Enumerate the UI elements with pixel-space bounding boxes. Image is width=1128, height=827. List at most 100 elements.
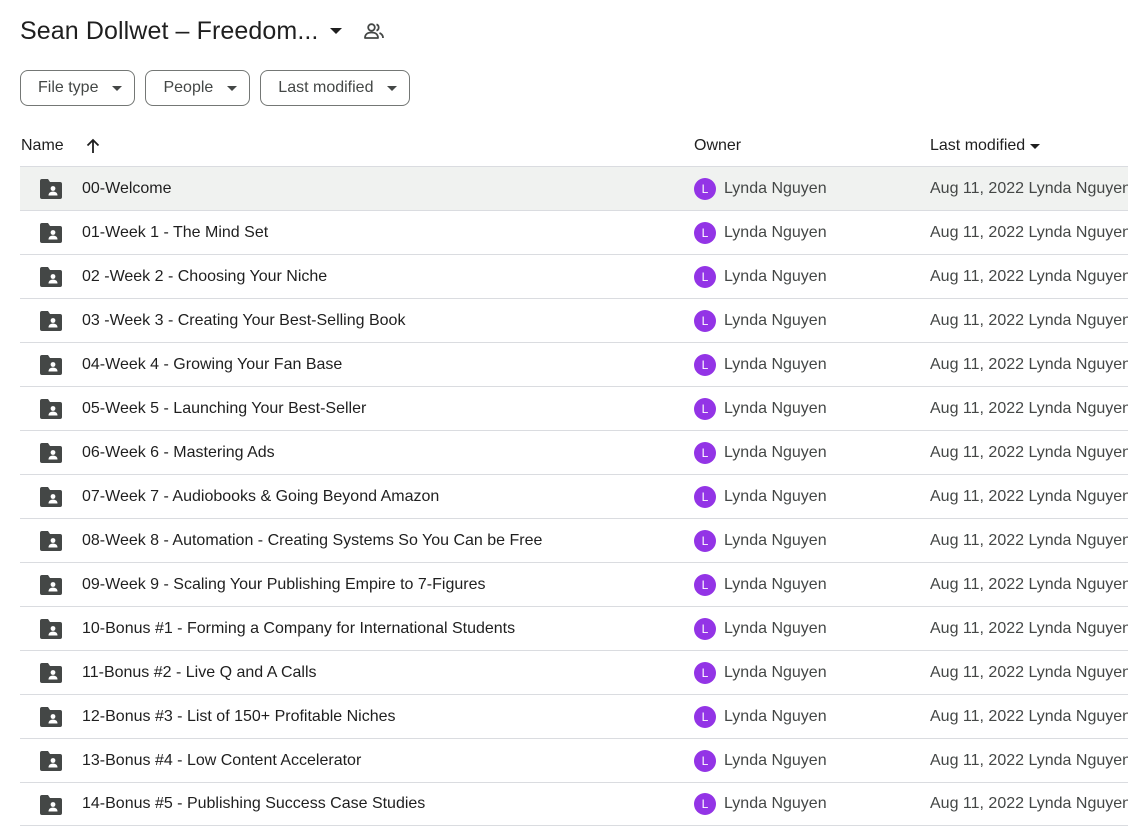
shared-folder-people-icon[interactable] <box>360 17 388 45</box>
owner-avatar[interactable]: L <box>694 221 716 244</box>
owner-avatar[interactable]: L <box>694 485 716 508</box>
arrow-upward-icon[interactable] <box>86 126 106 166</box>
shared-folder-icon <box>40 619 62 639</box>
file-row[interactable]: 11-Bonus #2 - Live Q and A Calls L Lynda N… <box>20 650 1128 694</box>
file-row[interactable]: 03 -Week 3 - Creating Your Best-Selling … <box>20 298 1128 342</box>
file-name[interactable]: 12-Bonus #3 - List of 150+ Profitable Ni… <box>82 708 396 726</box>
last-modified-column-header[interactable]: Last modified <box>930 126 1041 166</box>
owner-name: Lynda Nguyen <box>724 267 827 285</box>
file-name[interactable]: 09-Week 9 - Scaling Your Publishing Empi… <box>82 576 485 594</box>
shared-folder-icon <box>40 795 62 815</box>
owner-avatar[interactable]: L <box>694 397 716 420</box>
filter-bar: File type People Last modified <box>20 70 411 106</box>
shared-folder-icon <box>40 751 62 771</box>
last-modified-value: Aug 11, 2022 Lynda Nguyen <box>930 795 1128 812</box>
owner-name: Lynda Nguyen <box>724 795 827 812</box>
shared-folder-icon <box>40 399 62 419</box>
last-modified-value: Aug 11, 2022 Lynda Nguyen <box>930 443 1128 461</box>
column-headers: Name Owner Last modified <box>20 126 1128 166</box>
last-modified-filter[interactable]: Last modified <box>260 70 411 106</box>
people-filter-label: People <box>163 79 214 96</box>
owner-name: Lynda Nguyen <box>724 531 827 549</box>
shared-folder-icon <box>40 531 62 551</box>
shared-folder-icon <box>40 223 62 243</box>
last-modified-value: Aug 11, 2022 Lynda Nguyen <box>930 619 1128 637</box>
file-name[interactable]: 14-Bonus #5 - Publishing Success Case St… <box>82 795 425 813</box>
file-name[interactable]: 01-Week 1 - The Mind Set <box>82 224 268 242</box>
file-name[interactable]: 05-Week 5 - Launching Your Best-Seller <box>82 400 366 418</box>
last-modified-value: Aug 11, 2022 Lynda Nguyen <box>930 223 1128 241</box>
owner-name: Lynda Nguyen <box>724 751 827 769</box>
file-row[interactable]: 12-Bonus #3 - List of 150+ Profitable Ni… <box>20 694 1128 738</box>
last-modified-value: Aug 11, 2022 Lynda Nguyen <box>930 663 1128 681</box>
last-modified-value: Aug 11, 2022 Lynda Nguyen <box>930 707 1128 725</box>
file-row[interactable]: 13-Bonus #4 - Low Content Accelerator L Ly… <box>20 738 1128 782</box>
owner-name: Lynda Nguyen <box>724 575 827 593</box>
owner-name: Lynda Nguyen <box>724 619 827 637</box>
last-modified-value: Aug 11, 2022 Lynda Nguyen <box>930 487 1128 505</box>
owner-name: Lynda Nguyen <box>724 223 827 241</box>
file-row[interactable]: 14-Bonus #5 - Publishing Success Case St… <box>20 782 1128 826</box>
owner-avatar[interactable]: L <box>694 573 716 596</box>
owner-name: Lynda Nguyen <box>724 707 827 725</box>
name-column-header[interactable]: Name <box>21 126 64 166</box>
last-modified-value: Aug 11, 2022 Lynda Nguyen <box>930 311 1128 329</box>
owner-avatar[interactable]: L <box>694 661 716 684</box>
file-name[interactable]: 03 -Week 3 - Creating Your Best-Selling … <box>82 312 405 330</box>
shared-folder-icon <box>40 355 62 375</box>
file-name[interactable]: 13-Bonus #4 - Low Content Accelerator <box>82 752 361 770</box>
last-modified-value: Aug 11, 2022 Lynda Nguyen <box>930 179 1128 197</box>
owner-column-header[interactable]: Owner <box>694 126 741 166</box>
owner-avatar[interactable]: L <box>694 177 716 200</box>
file-name[interactable]: 00-Welcome <box>82 180 172 198</box>
owner-avatar[interactable]: L <box>694 705 716 728</box>
owner-avatar[interactable]: L <box>694 353 716 376</box>
file-row[interactable]: 01-Week 1 - The Mind Set L Lynda Nguyen Aug… <box>20 210 1128 254</box>
file-name[interactable]: 04-Week 4 - Growing Your Fan Base <box>82 356 342 374</box>
file-row[interactable]: 05-Week 5 - Launching Your Best-Seller L L… <box>20 386 1128 430</box>
arrow-drop-down-icon <box>112 85 123 91</box>
file-row[interactable]: 09-Week 9 - Scaling Your Publishing Empi… <box>20 562 1128 606</box>
people-filter[interactable]: People <box>145 70 251 106</box>
file-name[interactable]: 11-Bonus #2 - Live Q and A Calls <box>82 664 317 682</box>
arrow-drop-down-icon[interactable] <box>322 17 350 45</box>
file-row[interactable]: 00-Welcome L Lynda Nguyen Aug 11, 2022 Lynd… <box>20 166 1128 210</box>
owner-name: Lynda Nguyen <box>724 663 827 681</box>
last-modified-value: Aug 11, 2022 Lynda Nguyen <box>930 751 1128 769</box>
arrow-drop-down-icon <box>387 85 398 91</box>
last-modified-value: Aug 11, 2022 Lynda Nguyen <box>930 575 1128 593</box>
file-row[interactable]: 06-Week 6 - Mastering Ads L Lynda Nguyen Au… <box>20 430 1128 474</box>
last-modified-column-label: Last modified <box>930 137 1026 154</box>
shared-folder-icon <box>40 663 62 683</box>
folder-title[interactable]: Sean Dollwet – Freedom... <box>20 17 318 46</box>
owner-avatar[interactable]: L <box>694 309 716 332</box>
file-row[interactable]: 08-Week 8 - Automation - Creating System… <box>20 518 1128 562</box>
last-modified-value: Aug 11, 2022 Lynda Nguyen <box>930 355 1128 373</box>
last-modified-value: Aug 11, 2022 Lynda Nguyen <box>930 399 1128 417</box>
last-modified-value: Aug 11, 2022 Lynda Nguyen <box>930 267 1128 285</box>
owner-avatar[interactable]: L <box>694 749 716 772</box>
file-name[interactable]: 10-Bonus #1 - Forming a Company for Inte… <box>82 620 515 638</box>
file-row[interactable]: 02 -Week 2 - Choosing Your Niche L Lynda N… <box>20 254 1128 298</box>
file-type-filter[interactable]: File type <box>20 70 136 106</box>
owner-name: Lynda Nguyen <box>724 399 827 417</box>
owner-avatar[interactable]: L <box>694 617 716 640</box>
file-name[interactable]: 08-Week 8 - Automation - Creating System… <box>82 532 542 550</box>
owner-avatar[interactable]: L <box>694 529 716 552</box>
file-list: 00-Welcome L Lynda Nguyen Aug 11, 2022 Lynd… <box>20 166 1128 826</box>
last-modified-filter-label: Last modified <box>278 79 374 96</box>
shared-folder-icon <box>40 267 62 287</box>
file-name[interactable]: 02 -Week 2 - Choosing Your Niche <box>82 268 327 286</box>
owner-name: Lynda Nguyen <box>724 179 827 197</box>
file-row[interactable]: 04-Week 4 - Growing Your Fan Base L Lynda … <box>20 342 1128 386</box>
file-row[interactable]: 10-Bonus #1 - Forming a Company for Inte… <box>20 606 1128 650</box>
file-type-filter-label: File type <box>38 79 99 96</box>
file-name[interactable]: 07-Week 7 - Audiobooks & Going Beyond Am… <box>82 488 439 506</box>
owner-avatar[interactable]: L <box>694 265 716 288</box>
file-name[interactable]: 06-Week 6 - Mastering Ads <box>82 444 275 462</box>
file-row[interactable]: 07-Week 7 - Audiobooks & Going Beyond Am… <box>20 474 1128 518</box>
owner-name: Lynda Nguyen <box>724 487 827 505</box>
owner-avatar[interactable]: L <box>694 441 716 464</box>
owner-avatar[interactable]: L <box>694 793 716 815</box>
shared-folder-icon <box>40 707 62 727</box>
